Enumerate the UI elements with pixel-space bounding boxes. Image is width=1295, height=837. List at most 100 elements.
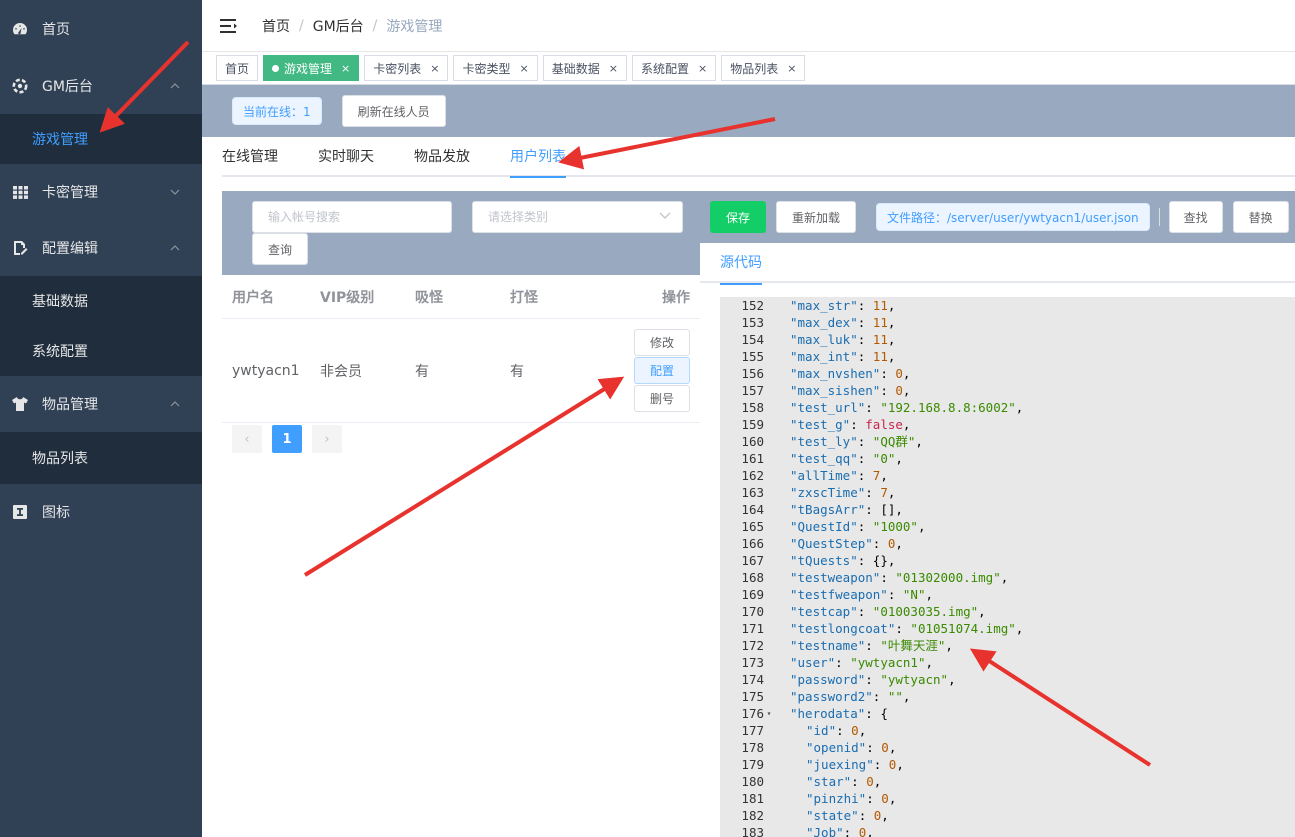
code-content: "testcap": "01003035.img", xyxy=(774,603,986,620)
delete-account-button[interactable]: 删号 xyxy=(634,385,690,412)
sidebar-item-label: 首页 xyxy=(42,22,70,38)
json-comma: , xyxy=(902,689,911,704)
json-comma: , xyxy=(1015,621,1024,636)
json-key: "herodata" xyxy=(790,706,866,721)
prev-page-button[interactable]: ‹ xyxy=(232,425,262,453)
code-line: 162 "allTime": 7, xyxy=(720,467,1295,484)
tab-user-list[interactable]: 用户列表 xyxy=(510,136,566,178)
tag-label: 卡密列表 xyxy=(373,61,422,76)
close-icon[interactable]: × xyxy=(609,62,618,75)
tag-card-type[interactable]: 卡密类型 × xyxy=(453,55,538,81)
gutter-spacer xyxy=(764,620,774,637)
tag-label: 基础数据 xyxy=(551,61,600,76)
online-bar: 当前在线：1 刷新在线人员 xyxy=(202,85,1295,137)
tag-label: 物品列表 xyxy=(730,61,779,76)
gutter-spacer xyxy=(764,382,774,399)
category-select[interactable] xyxy=(472,201,683,233)
sidebar-item-icons[interactable]: 图标 xyxy=(0,484,202,540)
code-content: "id": 0, xyxy=(774,722,866,739)
table-grid-icon xyxy=(12,184,28,200)
json-comma: , xyxy=(925,655,934,670)
code-line: 152 "max_str": 11, xyxy=(720,297,1295,314)
tag-system-config[interactable]: 系统配置 × xyxy=(631,55,717,81)
sidebar-item-gm[interactable]: GM后台 xyxy=(0,58,202,114)
tab-item-send[interactable]: 物品发放 xyxy=(414,136,470,176)
tab-online-manage[interactable]: 在线管理 xyxy=(222,136,278,176)
sidebar-item-cards[interactable]: 卡密管理 xyxy=(0,164,202,220)
code-line: 165 "QuestId": "1000", xyxy=(720,518,1295,535)
hamburger-icon[interactable] xyxy=(220,18,240,34)
code-line: 154 "max_luk": 11, xyxy=(720,331,1295,348)
config-button[interactable]: 配置 xyxy=(634,357,690,384)
close-icon[interactable]: × xyxy=(430,62,439,75)
close-icon[interactable]: × xyxy=(787,62,796,75)
json-key: "max_sishen" xyxy=(790,383,881,398)
fold-toggle-icon[interactable]: ▾ xyxy=(764,705,774,722)
code-content: "state": 0, xyxy=(774,807,889,824)
refresh-online-button[interactable]: 刷新在线人员 xyxy=(341,95,446,127)
code-line: 173 "user": "ywtyacn1", xyxy=(720,654,1295,671)
save-button[interactable]: 保存 xyxy=(710,201,766,233)
code-editor[interactable]: 152 "max_str": 11, 153 "max_dex": 11, 154 "ma… xyxy=(720,297,1295,837)
json-comma: , xyxy=(902,383,911,398)
line-number: 180 xyxy=(741,774,764,789)
gutter-spacer xyxy=(764,501,774,518)
json-colon: : xyxy=(872,536,888,551)
tag-game-manage[interactable]: 游戏管理 × xyxy=(263,55,360,81)
sidebar-item-item-list[interactable]: 物品列表 xyxy=(0,432,202,484)
close-icon[interactable]: × xyxy=(698,62,707,75)
reload-button[interactable]: 重新加载 xyxy=(776,201,856,233)
json-comma: , xyxy=(887,332,896,347)
gutter-spacer xyxy=(764,722,774,739)
gutter-spacer xyxy=(764,569,774,586)
sidebar-item-system-config[interactable]: 系统配置 xyxy=(0,326,202,376)
tab-realtime-chat[interactable]: 实时聊天 xyxy=(318,136,374,176)
chevron-up-icon xyxy=(170,245,180,251)
breadcrumb-gm[interactable]: GM后台 xyxy=(313,16,364,36)
line-number: 170 xyxy=(741,604,764,619)
sidebar-item-config-edit[interactable]: 配置编辑 xyxy=(0,220,202,276)
code-content: "star": 0, xyxy=(774,773,881,790)
code-content: "test_url": "192.168.8.8:6002", xyxy=(774,399,1023,416)
sidebar-item-game-manage[interactable]: 游戏管理 xyxy=(0,114,202,164)
json-comma: , xyxy=(881,808,889,823)
json-colon: : xyxy=(866,791,882,806)
sidebar-item-home[interactable]: 首页 xyxy=(0,0,202,58)
find-button[interactable]: 查找 xyxy=(1168,201,1223,233)
json-value: "01302000.img" xyxy=(895,570,1001,585)
json-colon: : xyxy=(857,468,873,483)
sidebar-item-items[interactable]: 物品管理 xyxy=(0,376,202,432)
replace-button[interactable]: 替换 xyxy=(1232,201,1289,233)
gutter-spacer xyxy=(764,790,774,807)
close-icon[interactable]: × xyxy=(341,62,350,75)
sidebar-item-basic-data[interactable]: 基础数据 xyxy=(0,276,202,326)
line-number: 172 xyxy=(741,638,764,653)
tag-home[interactable]: 首页 xyxy=(216,55,259,81)
close-icon[interactable]: × xyxy=(520,62,529,75)
json-comma: , xyxy=(895,502,903,517)
json-colon: : xyxy=(851,774,867,789)
page-number[interactable]: 1 xyxy=(272,425,302,453)
code-line: 159 "test_g": false, xyxy=(720,416,1295,433)
tag-basic-data[interactable]: 基础数据 × xyxy=(542,55,627,81)
tshirt-icon xyxy=(12,396,28,412)
json-value: { xyxy=(880,706,888,721)
breadcrumb-separator: / xyxy=(299,17,304,34)
account-search-input[interactable] xyxy=(252,201,452,233)
json-comma: , xyxy=(945,638,953,653)
code-line: 177 "id": 0, xyxy=(720,722,1295,739)
line-number: 171 xyxy=(741,621,764,636)
json-colon: : xyxy=(858,808,874,823)
next-page-button[interactable]: › xyxy=(312,425,342,453)
tag-card-list[interactable]: 卡密列表 × xyxy=(364,55,449,81)
edit-button[interactable]: 修改 xyxy=(634,329,690,356)
tags-view: 首页 游戏管理 × 卡密列表 × 卡密类型 × 基础数据 × 系统配置 × 物品列表 × xyxy=(202,52,1295,85)
json-key: "testlongcoat" xyxy=(790,621,896,636)
gutter-spacer xyxy=(764,365,774,382)
tag-item-list[interactable]: 物品列表 × xyxy=(721,55,806,81)
tab-source-code[interactable]: 源代码 xyxy=(720,243,762,285)
json-colon: : xyxy=(865,706,881,721)
gutter-spacer xyxy=(764,484,774,501)
query-button[interactable]: 查询 xyxy=(252,233,308,265)
breadcrumb-home[interactable]: 首页 xyxy=(262,16,290,36)
